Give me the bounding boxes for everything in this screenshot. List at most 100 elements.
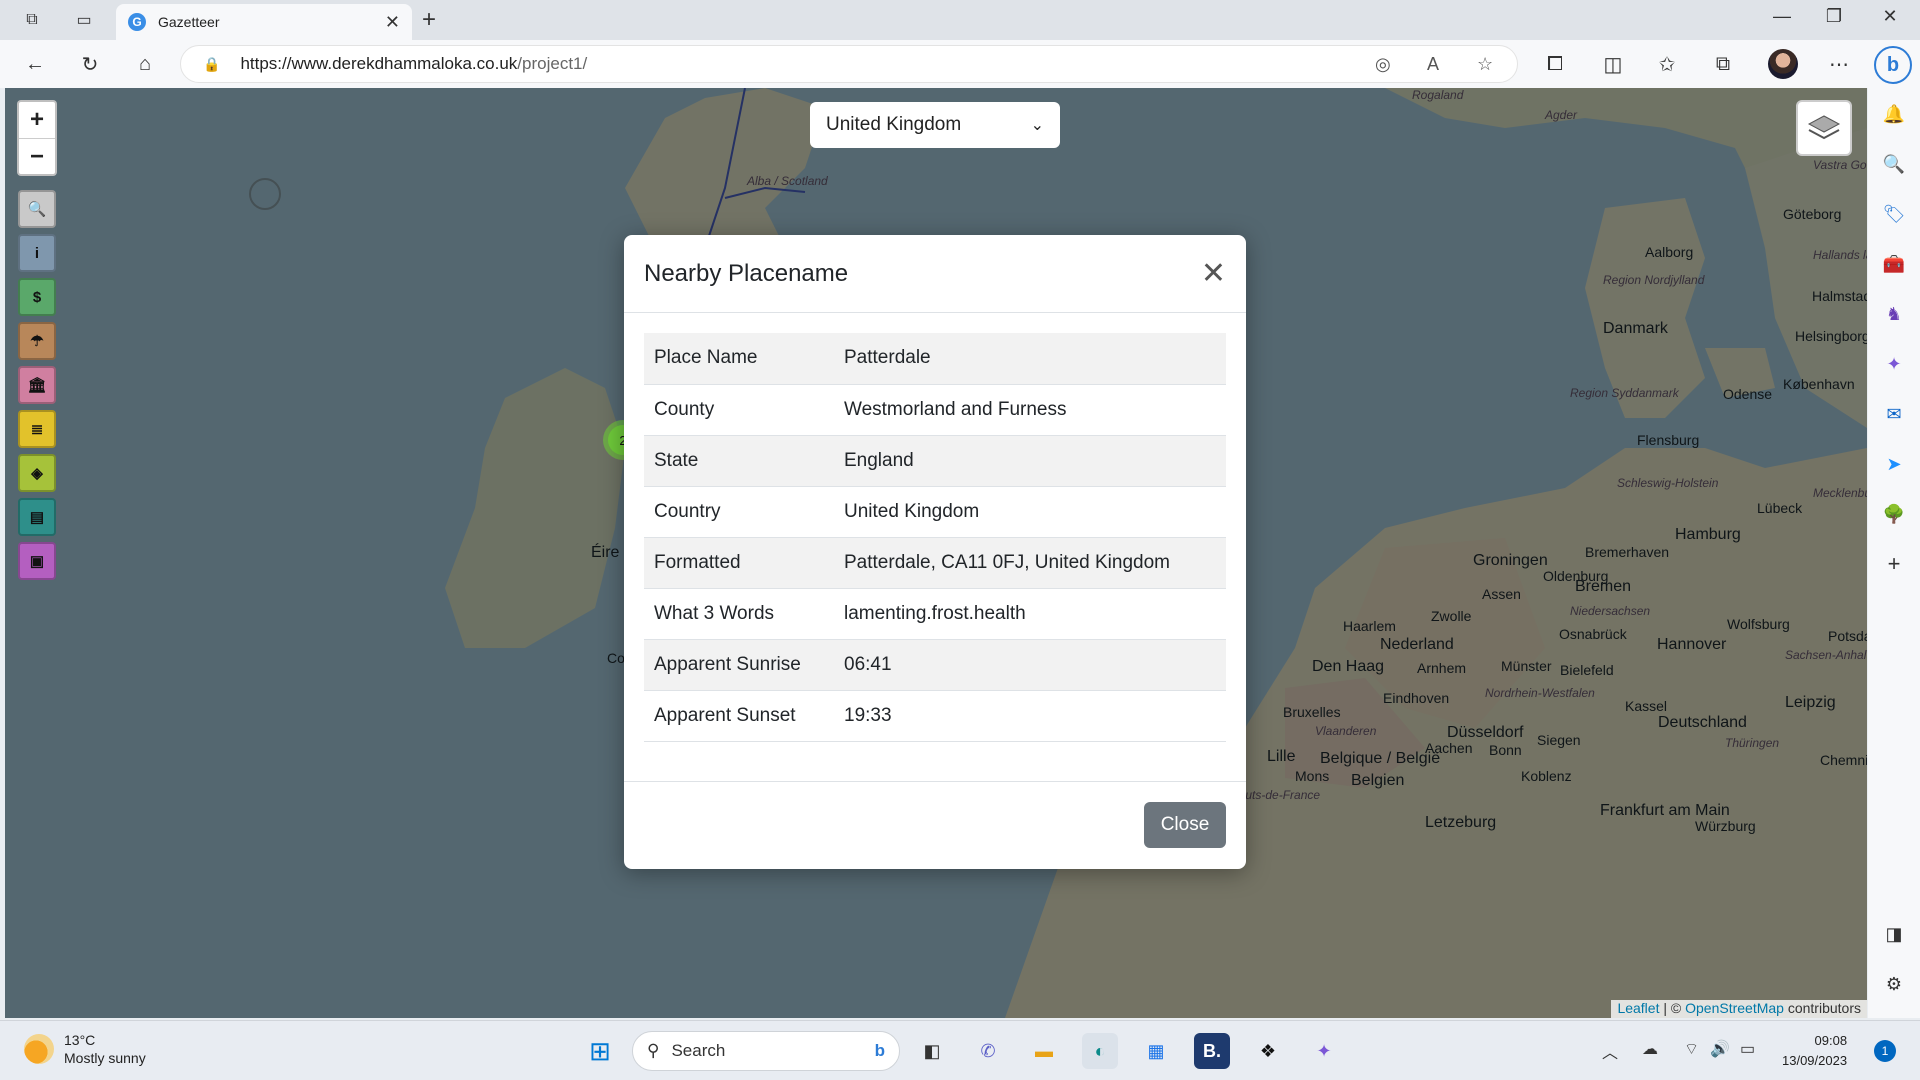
weather-button[interactable]: ☂ [18, 322, 56, 360]
booking-app-icon[interactable]: B. [1194, 1033, 1230, 1069]
row-value: England [834, 435, 1226, 487]
zoom-in-button[interactable]: + [19, 102, 55, 138]
microsoft-store-icon[interactable]: ▦ [1138, 1033, 1174, 1069]
table-row: Place Name Patterdale [644, 333, 1226, 385]
taskbar-search-label: Search [671, 1041, 726, 1060]
send-icon[interactable]: ➤ [1880, 450, 1908, 478]
add-sidebar-app-icon[interactable]: + [1880, 550, 1908, 578]
volume-icon[interactable]: 🔊 [1710, 1039, 1730, 1059]
workspaces-icon[interactable]: ⧉ [18, 8, 46, 32]
shopping-tag-icon[interactable]: 🏷 [1880, 200, 1908, 228]
close-window-button[interactable]: ✕ [1870, 6, 1910, 27]
home-icon[interactable]: ⌂ [130, 50, 160, 78]
battery-icon[interactable]: ▭ [1740, 1039, 1755, 1059]
teams-chat-icon[interactable]: ✆ [970, 1033, 1006, 1069]
outlook-icon[interactable]: ✉ [1880, 400, 1908, 428]
tree-icon[interactable]: 🌳 [1880, 500, 1908, 528]
notification-bell-icon[interactable]: 🔔 [1880, 100, 1908, 128]
row-value: 19:33 [834, 690, 1226, 742]
favorites-icon[interactable]: ✩ [1652, 50, 1682, 78]
profile-avatar[interactable] [1768, 49, 1798, 79]
table-row: Formatted Patterdale, CA11 0FJ, United Ki… [644, 537, 1226, 589]
file-explorer-icon[interactable]: ▬ [1026, 1033, 1062, 1069]
more-menu-icon[interactable]: ⋯ [1824, 50, 1854, 78]
table-row: Country United Kingdom [644, 486, 1226, 538]
search-button[interactable]: 🔍 [18, 190, 56, 228]
placename-table: Place Name Patterdale County Westmorland an… [644, 333, 1226, 742]
back-arrow-icon[interactable]: ← [20, 50, 50, 78]
copilot-taskbar-icon[interactable]: ✦ [1306, 1033, 1342, 1069]
vertical-tabs-icon[interactable]: ▭ [70, 8, 98, 32]
browser-tab-gazetteer[interactable]: G Gazetteer ✕ [116, 4, 412, 40]
task-view-icon[interactable]: ◧ [914, 1033, 950, 1069]
new-tab-button[interactable]: + [422, 6, 436, 34]
location-button[interactable]: ◈ [18, 454, 56, 492]
table-row: State England [644, 435, 1226, 487]
minimize-window-button[interactable]: — [1762, 6, 1802, 27]
read-aloud-icon[interactable]: A [1427, 54, 1439, 75]
zoom-out-button[interactable]: − [19, 138, 55, 174]
edge-sidebar: 🔔 🔍 🏷 🧰 ♞ ✦ ✉ ➤ 🌳 + ◨ ⚙ [1868, 88, 1920, 1018]
url-text[interactable]: https://www.derekdhammaloka.co.uk/projec… [240, 54, 587, 74]
sidebar-settings-icon[interactable]: ⚙ [1880, 970, 1908, 998]
lock-icon[interactable]: 🔒 [203, 56, 220, 73]
row-key: County [644, 384, 834, 436]
wifi-icon[interactable]: ⌔ [1684, 1039, 1699, 1059]
zoom-control: + − [17, 100, 57, 176]
row-key: Formatted [644, 537, 834, 589]
landmarks-button[interactable]: 🏛 [18, 366, 56, 404]
collections-icon[interactable]: ⧉ [1708, 50, 1738, 78]
row-value: Patterdale [834, 333, 1226, 385]
row-value: 06:41 [834, 639, 1226, 691]
close-tab-icon[interactable]: ✕ [385, 12, 400, 33]
osm-link[interactable]: OpenStreetMap [1685, 1000, 1784, 1016]
hide-sidebar-icon[interactable]: ◨ [1880, 920, 1908, 948]
tab-title: Gazetteer [158, 14, 220, 30]
taskbar-search[interactable]: ⚲ Search b [632, 1031, 900, 1071]
weather-widget[interactable]: 13°C Mostly sunny [24, 1031, 146, 1067]
table-row: What 3 Words lamenting.frost.health [644, 588, 1226, 640]
refresh-icon[interactable]: ↻ [75, 50, 105, 78]
modal-title: Nearby Placename [644, 259, 849, 287]
tools-icon[interactable]: 🧰 [1880, 250, 1908, 278]
currency-button[interactable]: $ [18, 278, 56, 316]
contact-button[interactable]: ▤ [18, 498, 56, 536]
dropbox-icon[interactable]: ❖ [1250, 1033, 1286, 1069]
info-button[interactable]: i [18, 234, 56, 272]
location-pin-icon[interactable]: ◎ [1375, 54, 1391, 75]
weather-condition: Mostly sunny [64, 1050, 146, 1066]
restore-window-button[interactable]: ❐ [1814, 6, 1854, 27]
address-bar[interactable]: 🔒 https://www.derekdhammaloka.co.uk/proj… [180, 45, 1518, 83]
row-key: Country [644, 486, 834, 538]
row-key: Place Name [644, 333, 834, 385]
extensions-icon[interactable]: ⧠ [1540, 50, 1570, 78]
windows-taskbar: 13°C Mostly sunny ⊞ ⚲ Search b ◧ ✆ ▬ ◐ ▦… [0, 1020, 1920, 1080]
country-select[interactable]: United Kingdom ⌄ [810, 102, 1060, 148]
show-hidden-icons-chevron-up-icon[interactable]: ︿ [1602, 1039, 1618, 1063]
system-clock[interactable]: 09:08 13/09/2023 [1782, 1031, 1847, 1071]
games-icon[interactable]: ♞ [1880, 300, 1908, 328]
search-icon[interactable]: 🔍 [1880, 150, 1908, 178]
clock-date: 13/09/2023 [1782, 1053, 1848, 1068]
favorite-star-icon[interactable]: ☆ [1477, 54, 1493, 75]
layers-control[interactable] [1796, 100, 1852, 156]
table-row: County Westmorland and Furness [644, 384, 1226, 436]
close-button[interactable]: Close [1144, 802, 1226, 848]
split-screen-icon[interactable]: ◫ [1598, 50, 1628, 78]
leaflet-link[interactable]: Leaflet [1617, 1000, 1659, 1016]
close-icon[interactable]: ✕ [1201, 256, 1226, 291]
gazetteer-favicon-icon: G [128, 13, 146, 31]
bing-icon: b [874, 1041, 885, 1060]
data-button[interactable]: ≣ [18, 410, 56, 448]
layers-icon [1807, 115, 1841, 140]
clock-time: 09:08 [1814, 1033, 1848, 1048]
edge-browser-icon[interactable]: ◐ [1082, 1033, 1118, 1069]
notification-badge[interactable]: 1 [1874, 1040, 1896, 1062]
row-value: Patterdale, CA11 0FJ, United Kingdom [834, 537, 1226, 589]
copilot-icon[interactable]: ✦ [1880, 350, 1908, 378]
bing-copilot-icon[interactable]: b [1874, 46, 1912, 84]
nearby-placename-modal: Nearby Placename ✕ Place Name Patterdale C… [624, 235, 1246, 869]
onedrive-cloud-icon[interactable]: ☁ [1642, 1039, 1658, 1059]
windows-start-icon[interactable]: ⊞ [582, 1033, 618, 1069]
news-button[interactable]: ▣ [18, 542, 56, 580]
